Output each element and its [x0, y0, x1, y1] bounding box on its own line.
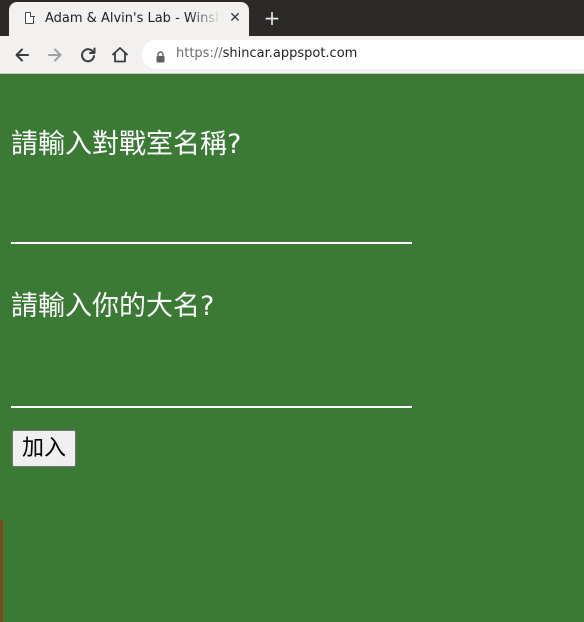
- room-name-prompt: 請輸入對戰室名稱?: [11, 129, 242, 160]
- browser-toolbar: https://shincar.appspot.com: [0, 36, 584, 74]
- close-tab-icon[interactable]: ✕: [227, 10, 243, 26]
- left-edge-strip: [0, 520, 3, 622]
- url-protocol: https://: [176, 46, 223, 61]
- home-icon[interactable]: [110, 45, 130, 65]
- tab-strip: Adam & Alvin's Lab - Winsh ✕ +: [0, 0, 584, 36]
- new-tab-icon[interactable]: +: [262, 8, 282, 28]
- address-bar[interactable]: https://shincar.appspot.com: [142, 40, 584, 69]
- document-icon: [25, 11, 35, 24]
- player-name-input[interactable]: [11, 374, 412, 408]
- join-button[interactable]: 加入: [12, 430, 76, 467]
- page-content: 請輸入對戰室名稱? 請輸入你的大名? 加入: [0, 74, 584, 622]
- url-host: shincar.appspot.com: [222, 46, 358, 61]
- url-text: https://shincar.appspot.com: [176, 46, 357, 61]
- reload-icon[interactable]: [78, 45, 98, 65]
- tab-title: Adam & Alvin's Lab - Winsh: [45, 11, 221, 26]
- browser-tab[interactable]: Adam & Alvin's Lab - Winsh ✕: [9, 2, 249, 36]
- forward-arrow-icon[interactable]: [45, 45, 65, 65]
- back-arrow-icon[interactable]: [12, 45, 32, 65]
- player-name-prompt: 請輸入你的大名?: [11, 291, 215, 322]
- room-name-input[interactable]: [11, 210, 412, 244]
- lock-icon[interactable]: [156, 48, 165, 67]
